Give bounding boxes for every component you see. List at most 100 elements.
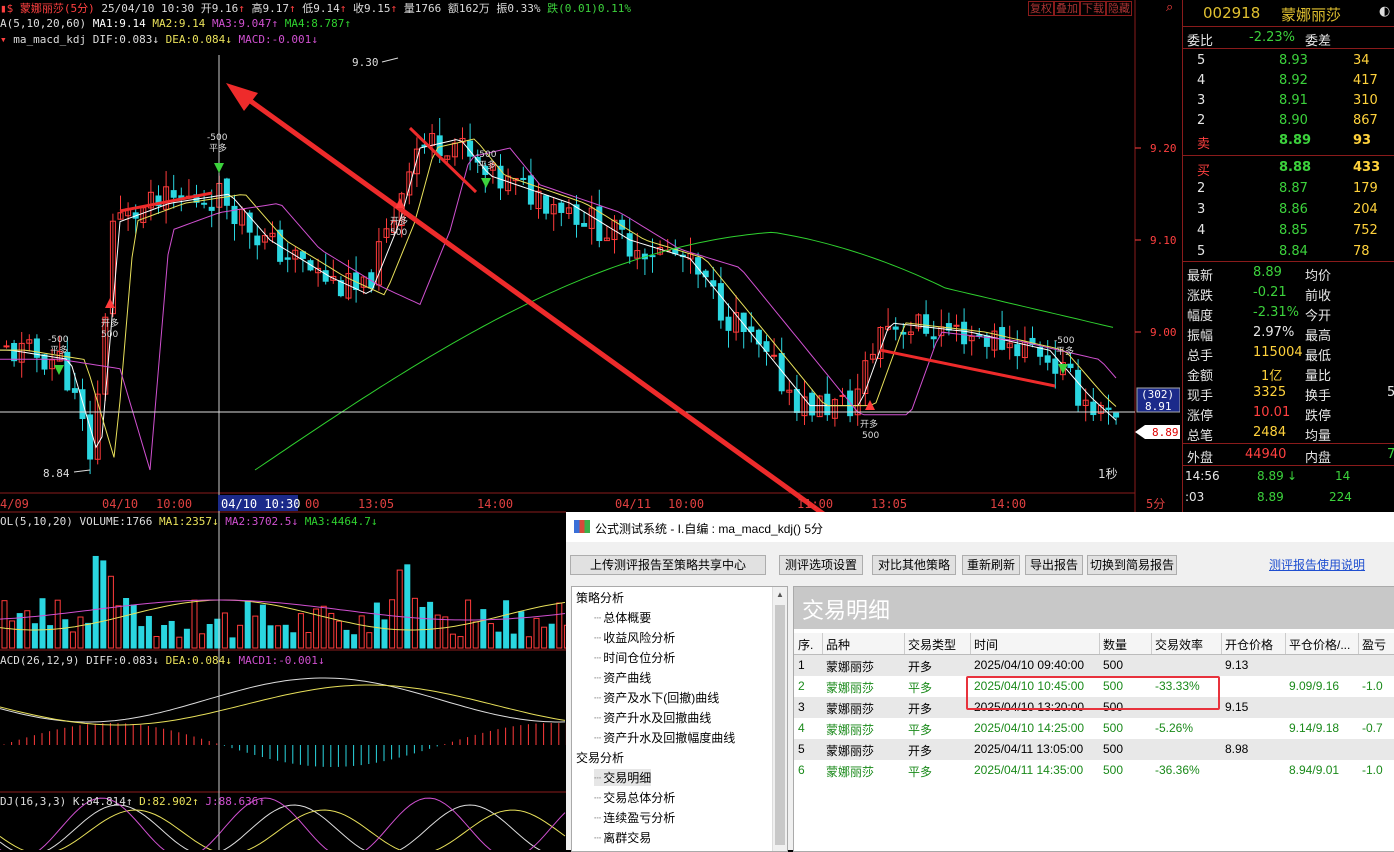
table-row[interactable]: 1 蒙娜丽莎 开多 2025/04/10 09:40:00 500 9.13 <box>794 655 1394 676</box>
scroll-thumb[interactable] <box>775 605 785 845</box>
stat-label: 现手 <box>1187 389 1214 404</box>
macd-value: MACD:-0.001 <box>238 33 312 46</box>
candle-body <box>581 223 588 227</box>
column-header[interactable]: 交易效率 <box>1155 636 1203 653</box>
refresh-button[interactable]: 重新刷新 <box>962 555 1020 575</box>
volume-bar <box>427 601 434 649</box>
compare-strategy-button[interactable]: 对比其他策略 <box>872 555 956 575</box>
column-header[interactable]: 平仓价格/... <box>1289 636 1350 653</box>
column-header[interactable]: 开仓价格 <box>1225 636 1273 653</box>
diff-line <box>0 677 566 723</box>
volume-bars <box>1 555 570 649</box>
volume-bar <box>358 615 365 649</box>
column-header[interactable]: 盈亏 <box>1362 636 1386 653</box>
upload-report-button[interactable]: 上传测评报告至策略共享中心 <box>570 555 766 575</box>
tree-connector-icon: ┄ <box>594 711 602 725</box>
column-separator[interactable] <box>1099 633 1100 654</box>
volume-bar <box>31 623 38 649</box>
tree-scrollbar[interactable]: ▲ <box>772 587 787 851</box>
table-row[interactable]: 5 蒙娜丽莎 开多 2025/04/11 13:05:00 500 8.98 <box>794 739 1394 760</box>
column-header[interactable]: 序. <box>798 636 813 653</box>
bid-price: 8.86 <box>1279 202 1308 217</box>
tree-item[interactable]: ┄ 交易总体分析 <box>594 789 675 806</box>
overlay-button[interactable]: 叠加 <box>1054 1 1080 16</box>
stat-value-2: 5 <box>1387 385 1394 400</box>
tree-item-label: 策略分析 <box>576 591 625 605</box>
tree-item[interactable]: ┄ 时间仓位分析 <box>594 649 675 666</box>
tree-item-label: 交易明细 <box>603 771 652 785</box>
time-label: 14:00 <box>990 497 1026 511</box>
column-header[interactable]: 数量 <box>1103 636 1127 653</box>
candle-body <box>1067 363 1074 369</box>
volume-bar <box>107 575 114 649</box>
download-button[interactable]: 下载 <box>1080 1 1106 16</box>
candle-body <box>1014 344 1021 357</box>
candle-body <box>923 314 930 334</box>
table-cell-id: 2 <box>798 679 805 693</box>
table-header: 序. 品种 交易类型 时间 数量 交易效率 开仓价格 平仓价格/... 盈亏 <box>794 633 1394 655</box>
tree-item[interactable]: ┄ 连续盈亏分析 <box>594 809 675 826</box>
table-cell-qty: 500 <box>1103 763 1124 777</box>
volume-bar <box>305 632 312 649</box>
tree-item[interactable]: ┄ 总体概要 <box>594 609 651 626</box>
table-row[interactable]: 6 蒙娜丽莎 平多 2025/04/11 14:35:00 500 -36.36% 8.94… <box>794 760 1394 781</box>
tree-item[interactable]: ┄ 资产及水下(回撤)曲线 <box>594 689 719 706</box>
volume-bar <box>457 636 464 649</box>
tree-group[interactable]: 策略分析 <box>576 589 624 606</box>
column-separator[interactable] <box>1221 633 1222 654</box>
bid-row: 2 8.87 179 <box>1183 179 1394 199</box>
tree-item[interactable]: ┄ 资产升水及回撤幅度曲线 <box>594 729 735 746</box>
sell-arrow-icon <box>54 365 64 375</box>
outer-label: 外盘 <box>1187 451 1214 466</box>
column-separator[interactable] <box>904 633 905 654</box>
dif-value: DIF:0.083 <box>92 33 153 46</box>
column-header[interactable]: 交易类型 <box>908 636 956 653</box>
tree-item[interactable]: ┄ 收益风险分析 <box>594 629 675 646</box>
column-separator[interactable] <box>1358 633 1359 654</box>
column-separator[interactable] <box>1285 633 1286 654</box>
tree-item[interactable]: ┄ 交易明细 <box>594 769 652 786</box>
trade-detail-panel: 交易明细 序. 品种 交易类型 时间 数量 交易效率 开仓价格 平仓价格/... 盈亏 1 蒙娜丽… <box>793 586 1394 852</box>
tree-group[interactable]: 交易分析 <box>576 749 624 766</box>
column-separator[interactable] <box>1151 633 1152 654</box>
table-cell-pl: -0.7 <box>1362 721 1383 735</box>
settings-icon[interactable]: ◐ <box>1379 4 1390 19</box>
test-options-button[interactable]: 测评选项设置 <box>779 555 863 575</box>
bar-open: 开9.16 <box>200 2 239 15</box>
dialog-titlebar[interactable]: 公式测试系统 - I.自编 : ma_macd_kdj() 5分 <box>566 512 1394 542</box>
column-separator[interactable] <box>970 633 971 654</box>
table-cell-type: 平多 <box>908 723 933 737</box>
bid-level: 4 <box>1197 223 1206 238</box>
dropdown-icon[interactable]: ▾ <box>0 33 7 46</box>
simple-report-button[interactable]: 切换到简易报告 <box>1087 555 1177 575</box>
bar-change: 跌(0.01)0.11% <box>547 2 631 15</box>
tree-item[interactable]: ┄ 资产曲线 <box>594 669 651 686</box>
volume-bar <box>404 564 411 649</box>
volume-bar <box>495 631 502 649</box>
stat-value: 1亿 <box>1261 369 1283 384</box>
column-header[interactable]: 时间 <box>974 636 998 653</box>
table-cell-qty: 500 <box>1103 742 1124 756</box>
table-cell-sym: 蒙娜丽莎 <box>826 723 875 737</box>
table-cell-type: 平多 <box>908 681 933 695</box>
ask-volume: 417 <box>1353 73 1378 88</box>
signal-text: 平多 <box>478 159 496 171</box>
help-link[interactable]: 测评报告使用说明 <box>1269 556 1365 573</box>
column-header[interactable]: 品种 <box>826 636 850 653</box>
scroll-up-icon[interactable]: ▲ <box>776 590 784 599</box>
down-icon: ↓ <box>317 654 325 667</box>
restore-rights-button[interactable]: 复权 <box>1028 1 1054 16</box>
table-cell-type: 开多 <box>908 702 933 716</box>
up-icon: ↑ <box>288 2 296 15</box>
search-icon[interactable]: ⌕ <box>1166 0 1173 15</box>
stat-label-2: 前收 <box>1305 289 1332 304</box>
table-row[interactable]: 4 蒙娜丽莎 平多 2025/04/10 14:25:00 500 -5.26% 9.14/… <box>794 718 1394 739</box>
hide-button[interactable]: 隐藏 <box>1106 1 1132 16</box>
tree-connector-icon: ┄ <box>594 691 602 705</box>
export-report-button[interactable]: 导出报告 <box>1025 555 1083 575</box>
candle-body <box>208 206 215 211</box>
column-separator[interactable] <box>822 633 823 654</box>
divider <box>1183 48 1394 49</box>
tree-item[interactable]: ┄ 离群交易 <box>594 829 651 846</box>
tree-item[interactable]: ┄ 资产升水及回撤曲线 <box>594 709 711 726</box>
